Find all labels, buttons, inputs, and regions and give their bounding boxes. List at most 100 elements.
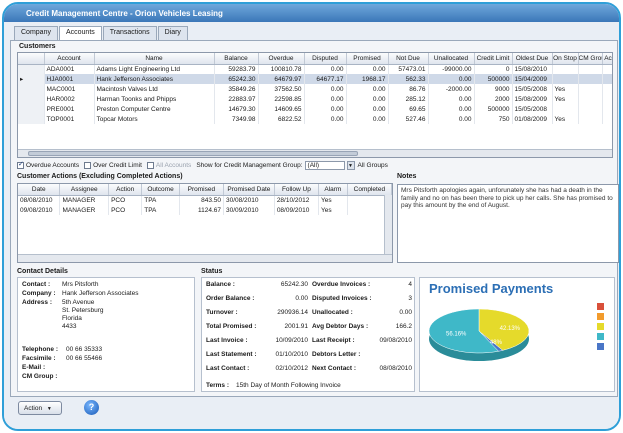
action-cell[interactable]: 843.50 <box>179 195 224 205</box>
col-header-cm-group[interactable]: CM Group <box>578 53 603 65</box>
action-row[interactable]: 09/08/2010 MANAGER PCO TPA 1124.67 30/09/2010… <box>18 205 392 215</box>
customer-cell[interactable]: 64679.97 <box>258 74 305 84</box>
customer-cell[interactable]: TOP0001 <box>44 114 95 124</box>
customer-cell[interactable]: 1968.17 <box>346 74 389 84</box>
customer-cell[interactable] <box>578 94 603 104</box>
customer-cell[interactable] <box>602 94 612 104</box>
customer-cell[interactable]: 500000 <box>474 104 513 114</box>
col-header-assignee[interactable]: Assignee <box>59 184 110 196</box>
col-header-ac[interactable]: Ac <box>602 53 612 65</box>
customers-horizontal-scrollbar[interactable] <box>18 149 612 157</box>
customer-cell[interactable]: 0.00 <box>304 104 347 114</box>
customer-cell[interactable]: 9000 <box>474 84 513 94</box>
tab-transactions[interactable]: Transactions <box>102 26 157 40</box>
overdue-accounts-filter[interactable]: Overdue Accounts <box>17 160 79 169</box>
customer-cell[interactable]: Macintosh Valves Ltd <box>94 84 215 94</box>
col-header-on-stop[interactable]: On Stop <box>552 53 579 65</box>
customer-row[interactable]: TOP0001 Topcar Motors 7349.98 6822.52 0.00 0.… <box>18 114 612 124</box>
action-cell[interactable]: PCO <box>108 195 143 205</box>
customer-cell[interactable]: 7349.98 <box>214 114 259 124</box>
customer-cell[interactable]: 22883.97 <box>214 94 259 104</box>
customer-cell[interactable]: 0.00 <box>346 104 389 114</box>
customer-cell[interactable]: 64677.17 <box>304 74 347 84</box>
customer-cell[interactable] <box>552 74 579 84</box>
customer-cell[interactable]: PRE0001 <box>44 104 95 114</box>
customer-cell[interactable]: HAR0002 <box>44 94 95 104</box>
customer-cell[interactable]: 0.00 <box>428 114 475 124</box>
customer-cell[interactable] <box>578 74 603 84</box>
customer-cell[interactable]: Adams Light Engineering Ltd <box>94 64 215 74</box>
customer-cell[interactable]: Preston Computer Centre <box>94 104 215 114</box>
customer-cell[interactable] <box>578 114 603 124</box>
action-cell[interactable]: MANAGER <box>59 205 110 215</box>
col-header-name[interactable]: Name <box>94 53 215 65</box>
customer-cell[interactable] <box>552 64 579 74</box>
customer-cell[interactable]: 0.00 <box>428 94 475 104</box>
help-icon[interactable]: ? <box>84 400 99 415</box>
col-header-balance[interactable]: Balance <box>214 53 259 65</box>
action-cell[interactable]: MANAGER <box>59 195 110 205</box>
customer-cell[interactable]: Yes <box>552 114 579 124</box>
col-header-disputed[interactable]: Disputed <box>304 53 347 65</box>
customer-cell[interactable]: 15/08/2009 <box>512 94 553 104</box>
customer-row[interactable]: ADA0001 Adams Light Engineering Ltd 59283.… <box>18 64 612 74</box>
customer-cell[interactable]: 0.00 <box>346 114 389 124</box>
action-cell[interactable]: 09/08/2010 <box>18 205 61 215</box>
customer-cell[interactable]: 59283.79 <box>214 64 259 74</box>
col-header-account[interactable]: Account <box>44 53 95 65</box>
over-credit-limit-filter[interactable]: Over Credit Limit <box>84 161 142 169</box>
actions-vertical-scrollbar[interactable] <box>384 195 392 254</box>
actions-grid[interactable]: Date Assignee Action Outcome Promised Pr… <box>17 183 393 263</box>
tab-accounts[interactable]: Accounts <box>58 26 102 41</box>
action-cell[interactable]: 30/09/2010 <box>223 205 275 215</box>
customer-cell[interactable]: 285.12 <box>388 94 429 104</box>
notes-text[interactable]: Mrs Pitsforth apologies again, unforunat… <box>397 184 619 263</box>
customer-row[interactable]: MAC0001 Macintosh Valves Ltd 35849.26 37562… <box>18 84 612 94</box>
scrollbar-thumb[interactable] <box>28 151 358 156</box>
chevron-down-icon[interactable]: ▼ <box>346 160 355 170</box>
customer-cell[interactable]: HJA0001 <box>44 74 95 84</box>
action-cell[interactable]: 08/08/2010 <box>18 195 61 205</box>
customer-cell[interactable]: 69.65 <box>388 104 429 114</box>
customer-cell[interactable]: 500000 <box>474 74 513 84</box>
col-header-credit-limit[interactable]: Credit Limit <box>474 53 513 65</box>
customer-cell[interactable]: 0.00 <box>428 104 475 114</box>
customer-cell[interactable]: Yes <box>552 94 579 104</box>
row-indicator[interactable]: ▸ <box>18 74 45 84</box>
col-header-not-due[interactable]: Not Due <box>388 53 429 65</box>
row-indicator[interactable] <box>18 114 45 124</box>
col-header-promised-date[interactable]: Promised Date <box>223 184 275 196</box>
customer-cell[interactable]: Yes <box>552 84 579 94</box>
action-cell[interactable]: 1124.67 <box>179 205 224 215</box>
customer-cell[interactable]: 527.46 <box>388 114 429 124</box>
col-header-action[interactable]: Action <box>108 184 143 196</box>
customer-cell[interactable]: -99000.00 <box>428 64 475 74</box>
customer-cell[interactable]: 22598.85 <box>258 94 305 104</box>
customer-cell[interactable]: 750 <box>474 114 513 124</box>
customer-cell[interactable]: ADA0001 <box>44 64 95 74</box>
customer-row[interactable]: ▸ HJA0001 Hank Jefferson Associates 65242.3… <box>18 74 612 84</box>
customer-cell[interactable]: 14679.30 <box>214 104 259 114</box>
customer-cell[interactable]: 0.00 <box>304 64 347 74</box>
row-indicator[interactable] <box>18 104 45 114</box>
customer-cell[interactable]: 0 <box>474 64 513 74</box>
customer-cell[interactable] <box>602 74 612 84</box>
customer-cell[interactable]: 35849.26 <box>214 84 259 94</box>
col-header-alarm[interactable]: Alarm <box>318 184 348 196</box>
action-cell[interactable]: TPA <box>141 205 180 215</box>
all-accounts-filter[interactable]: All Accounts <box>146 161 191 169</box>
all-accounts-checkbox[interactable] <box>146 161 154 169</box>
customer-cell[interactable]: 14609.65 <box>258 104 305 114</box>
customer-cell[interactable]: 0.00 <box>346 84 389 94</box>
customer-cell[interactable]: 37562.50 <box>258 84 305 94</box>
customer-cell[interactable]: 15/05/2008 <box>512 104 553 114</box>
action-menu-button[interactable]: Action ▼ <box>18 401 62 415</box>
customer-cell[interactable] <box>578 104 603 114</box>
customer-cell[interactable]: 100810.78 <box>258 64 305 74</box>
action-cell[interactable]: 08/09/2010 <box>274 205 320 215</box>
customer-cell[interactable]: 86.76 <box>388 84 429 94</box>
col-header-overdue[interactable]: Overdue <box>258 53 305 65</box>
col-header-promised[interactable]: Promised <box>346 53 389 65</box>
group-select[interactable]: (All) <box>304 160 345 170</box>
action-cell[interactable]: Yes <box>318 205 348 215</box>
